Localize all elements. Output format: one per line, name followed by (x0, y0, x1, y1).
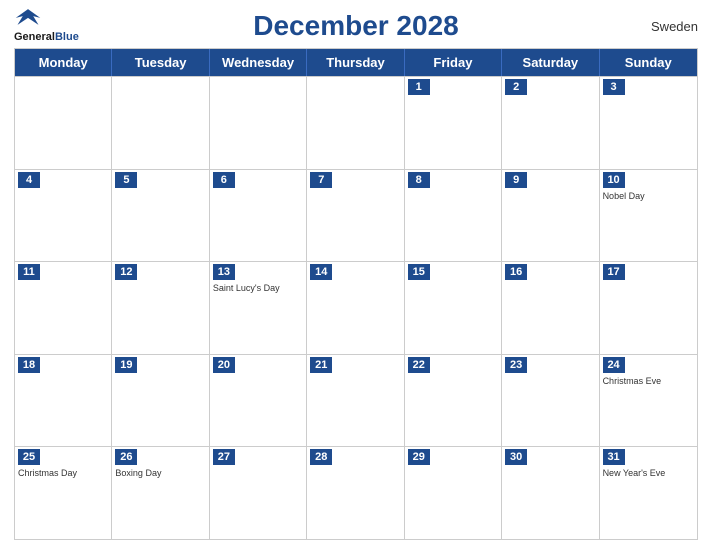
day-number: 30 (505, 449, 527, 465)
day-cell: 9 (502, 170, 599, 262)
day-number: 17 (603, 264, 625, 280)
header-friday: Friday (405, 49, 502, 76)
day-cell: 1 (405, 77, 502, 169)
day-number: 23 (505, 357, 527, 373)
logo: GeneralBlue (14, 7, 79, 45)
day-cell: 3 (600, 77, 697, 169)
day-event-label: New Year's Eve (603, 468, 694, 479)
day-cell: 28 (307, 447, 404, 539)
calendar-grid: Monday Tuesday Wednesday Thursday Friday… (14, 48, 698, 540)
header: GeneralBlue December 2028 Sweden (14, 10, 698, 42)
header-thursday: Thursday (307, 49, 404, 76)
day-cell: 21 (307, 355, 404, 447)
day-cell: 27 (210, 447, 307, 539)
logo-general-text: General (14, 31, 55, 43)
country-label: Sweden (651, 19, 698, 34)
day-cell: 7 (307, 170, 404, 262)
logo-bird-icon (14, 7, 42, 27)
week-row-3: 11 12 13 Saint Lucy's Day 14 15 16 17 (15, 261, 697, 354)
day-cell (210, 77, 307, 169)
day-cell: 26 Boxing Day (112, 447, 209, 539)
day-cell: 4 (15, 170, 112, 262)
weekday-header-row: Monday Tuesday Wednesday Thursday Friday… (15, 49, 697, 76)
day-cell: 12 (112, 262, 209, 354)
day-cell: 17 (600, 262, 697, 354)
day-number: 7 (310, 172, 332, 188)
day-event-label: Christmas Eve (603, 376, 694, 387)
day-number: 22 (408, 357, 430, 373)
day-number: 6 (213, 172, 235, 188)
day-cell: 16 (502, 262, 599, 354)
day-number: 18 (18, 357, 40, 373)
week-row-1: 1 2 3 (15, 76, 697, 169)
day-cell: 29 (405, 447, 502, 539)
day-number: 15 (408, 264, 430, 280)
day-number: 26 (115, 449, 137, 465)
day-number: 29 (408, 449, 430, 465)
day-number: 24 (603, 357, 625, 373)
header-monday: Monday (15, 49, 112, 76)
day-number: 19 (115, 357, 137, 373)
day-event-label: Nobel Day (603, 191, 694, 202)
header-sunday: Sunday (600, 49, 697, 76)
day-cell: 5 (112, 170, 209, 262)
day-number: 31 (603, 449, 625, 465)
calendar-body: 12345678910Nobel Day111213Saint Lucy's D… (15, 76, 697, 539)
day-cell (307, 77, 404, 169)
day-cell: 2 (502, 77, 599, 169)
day-cell: 20 (210, 355, 307, 447)
day-cell: 19 (112, 355, 209, 447)
day-number: 10 (603, 172, 625, 188)
day-number: 13 (213, 264, 235, 280)
day-cell: 31 New Year's Eve (600, 447, 697, 539)
day-cell: 14 (307, 262, 404, 354)
day-cell: 18 (15, 355, 112, 447)
day-number: 28 (310, 449, 332, 465)
day-cell: 11 (15, 262, 112, 354)
day-number: 21 (310, 357, 332, 373)
day-number: 12 (115, 264, 137, 280)
day-cell: 8 (405, 170, 502, 262)
day-number: 1 (408, 79, 430, 95)
header-wednesday: Wednesday (210, 49, 307, 76)
day-event-label: Boxing Day (115, 468, 205, 479)
day-number: 2 (505, 79, 527, 95)
day-number: 16 (505, 264, 527, 280)
day-number: 14 (310, 264, 332, 280)
day-number: 9 (505, 172, 527, 188)
calendar-title: December 2028 (253, 10, 458, 42)
week-row-5: 25 Christmas Day 26 Boxing Day 27 28 29 30 31 New… (15, 446, 697, 539)
day-number: 25 (18, 449, 40, 465)
logo-blue-text: Blue (55, 31, 79, 43)
day-cell: 25 Christmas Day (15, 447, 112, 539)
header-saturday: Saturday (502, 49, 599, 76)
day-number: 5 (115, 172, 137, 188)
day-cell: 24 Christmas Eve (600, 355, 697, 447)
day-cell: 30 (502, 447, 599, 539)
day-cell: 22 (405, 355, 502, 447)
day-cell: 13 Saint Lucy's Day (210, 262, 307, 354)
day-cell: 10 Nobel Day (600, 170, 697, 262)
day-number: 8 (408, 172, 430, 188)
day-number: 11 (18, 264, 40, 280)
day-number: 3 (603, 79, 625, 95)
day-cell: 6 (210, 170, 307, 262)
week-row-2: 4 5 6 7 8 9 10 Nobel Day (15, 169, 697, 262)
day-number: 20 (213, 357, 235, 373)
header-tuesday: Tuesday (112, 49, 209, 76)
day-cell: 23 (502, 355, 599, 447)
day-cell: 15 (405, 262, 502, 354)
calendar-page: GeneralBlue December 2028 Sweden Monday … (0, 0, 712, 550)
day-cell (112, 77, 209, 169)
day-number: 4 (18, 172, 40, 188)
day-number: 27 (213, 449, 235, 465)
day-event-label: Christmas Day (18, 468, 108, 479)
day-event-label: Saint Lucy's Day (213, 283, 303, 294)
day-cell (15, 77, 112, 169)
week-row-4: 18 19 20 21 22 23 24 Christmas Eve (15, 354, 697, 447)
